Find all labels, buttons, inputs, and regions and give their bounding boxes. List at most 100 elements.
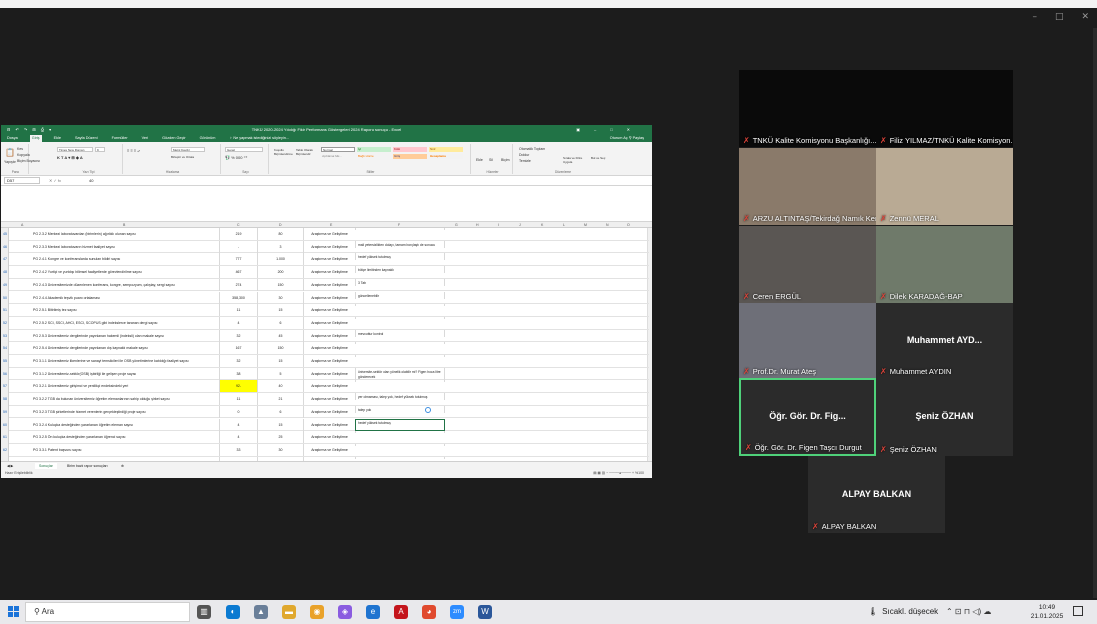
app-icon[interactable]: ◈ bbox=[338, 605, 352, 619]
cell-actual[interactable]: 11 bbox=[219, 393, 257, 406]
cell-indicator[interactable]: PG 2.5.2 SCI, SSCI, AHCI, ESCI, SCOPUS g… bbox=[33, 317, 219, 329]
cell-actual[interactable]: 33 bbox=[219, 443, 257, 456]
cell-target[interactable]: 150 bbox=[257, 278, 303, 291]
cell-target[interactable]: 40 bbox=[257, 380, 303, 393]
find-select-button[interactable]: Bul ve Seç bbox=[591, 156, 607, 160]
cell-target[interactable]: 45 bbox=[257, 329, 303, 342]
cell-category[interactable]: Araştırma ve Geliştirme bbox=[303, 253, 355, 266]
table-row[interactable]: 45 PG 2.3.2 Merkezi laboratuvardan (birim… bbox=[3, 228, 649, 241]
cell-actual[interactable]: 219 bbox=[219, 228, 257, 240]
cell-indicator[interactable]: PG 3.2.2 TGB da bulunan üniversitemiz öğ… bbox=[33, 393, 219, 405]
spreadsheet-grid[interactable]: 45 PG 2.3.2 Merkezi laboratuvardan (birim… bbox=[1, 228, 652, 461]
cell-indicator[interactable]: PG 2.4.4 Akademik teşvik puanı ortalamas… bbox=[33, 292, 219, 304]
cell-indicator[interactable]: PG 3.3.1 Patent başvuru sayısı bbox=[33, 444, 219, 456]
cell-category[interactable]: Araştırma ve Geliştirme bbox=[303, 431, 355, 444]
table-row[interactable]: 52 PG 2.5.2 SCI, SSCI, AHCI, ESCI, SCOPUS… bbox=[3, 316, 649, 330]
participant-tile[interactable]: Şeniz ÖZHAN ✗ Şeniz ÖZHAN bbox=[876, 378, 1013, 456]
participant-tile[interactable]: ALPAY BALKAN ✗ ALPAY BALKAN bbox=[808, 456, 945, 533]
table-row[interactable]: 59 PG 3.2.3 TGB şirketlerinde hizmet vere… bbox=[3, 405, 649, 419]
table-row[interactable]: 51 PG 2.5.1 Bitirilmiş tez sayısı 11 15 Araş… bbox=[3, 304, 649, 317]
row-number[interactable]: 57 bbox=[1, 380, 9, 392]
word-icon[interactable]: W bbox=[478, 605, 492, 619]
cell-actual[interactable]: 167 bbox=[219, 342, 257, 355]
number-icons[interactable]: 💱 % 000 ⁺⁰ bbox=[225, 155, 247, 160]
cell-actual[interactable]: 358,300 bbox=[219, 291, 257, 304]
cell-note[interactable]: 3 Tab bbox=[355, 278, 445, 286]
cell-indicator[interactable]: PG 3.2.5 Ön kuluçka desteğinden yararlan… bbox=[33, 431, 219, 443]
cell-indicator[interactable]: PG 2.3.3 Merkezi laboratuvarın hizmet fa… bbox=[33, 241, 219, 253]
cell-category[interactable]: Araştırma ve Geliştirme bbox=[303, 443, 355, 456]
table-row[interactable]: 53 PG 2.5.3 Üniversitemiz dergilerinde ya… bbox=[3, 329, 649, 343]
cell-indicator[interactable]: PG 2.5.3 Üniversitemiz dergilerinde yayı… bbox=[33, 330, 219, 342]
cell-note[interactable] bbox=[355, 304, 445, 307]
cell-note[interactable]: mali yetersizlikten dolayı, tamam borçla… bbox=[355, 240, 445, 248]
maximize-button[interactable]: □ bbox=[1055, 12, 1064, 22]
cell-note[interactable] bbox=[355, 316, 445, 319]
row-number[interactable]: 53 bbox=[1, 330, 9, 342]
cell-target[interactable]: 80 bbox=[257, 228, 303, 240]
cell-indicator[interactable]: PG 3.2.1 Üniversitemiz girişimci ve yeni… bbox=[33, 380, 219, 392]
cell-category[interactable]: Araştırma ve Geliştirme bbox=[303, 316, 355, 329]
format-cells-button[interactable]: Biçim bbox=[501, 158, 510, 162]
table-row[interactable]: 47 PG 2.4.1 Kongre ve konferanslarda sunu… bbox=[3, 253, 649, 267]
cell-category[interactable]: Araştırma ve Geliştirme bbox=[303, 393, 355, 406]
cell-target[interactable]: 150 bbox=[257, 342, 303, 355]
tab-gorunum[interactable]: Görünüm bbox=[198, 135, 218, 142]
clock[interactable]: 10:49 21.01.2025 bbox=[1030, 603, 1064, 621]
cell-actual[interactable]: 274 bbox=[219, 278, 257, 291]
row-number[interactable]: 50 bbox=[1, 292, 9, 304]
table-row[interactable]: 56 PG 3.1.2 Üniversitemiz-sektör(OSB) işb… bbox=[3, 367, 649, 381]
chrome-icon[interactable]: ◉ bbox=[310, 605, 324, 619]
cell-note[interactable]: bütçe limitinden kaynaklı bbox=[355, 266, 445, 274]
cell-note[interactable]: hedef yüksek tutulmuş bbox=[355, 253, 445, 261]
cell-actual[interactable]: 4 bbox=[219, 431, 257, 444]
conditional-format-button[interactable]: Koşullu Biçimlendirme bbox=[274, 148, 294, 156]
cell-note[interactable] bbox=[355, 355, 445, 357]
style-normal[interactable]: Normal bbox=[321, 147, 355, 152]
row-number[interactable]: 55 bbox=[1, 355, 9, 367]
participant-tile[interactable]: ✗ Prof.Dr. Murat Ateş bbox=[739, 303, 876, 378]
row-number[interactable]: 52 bbox=[1, 317, 9, 329]
cell-target[interactable]: 15 bbox=[257, 304, 303, 317]
table-row[interactable]: 55 PG 3.1.1 Üniversitemiz ilkenlerine ve … bbox=[3, 355, 649, 368]
tab-formuller[interactable]: Formüller bbox=[110, 135, 130, 142]
row-number[interactable]: 45 bbox=[1, 228, 9, 240]
close-button[interactable]: ✕ bbox=[1081, 12, 1089, 22]
tab-sayfa-duzeni[interactable]: Sayfa Düzeni bbox=[73, 135, 100, 142]
table-row[interactable]: 61 PG 3.2.5 Ön kuluçka desteğinden yararl… bbox=[3, 431, 649, 444]
table-row[interactable]: 57 PG 3.2.1 Üniversitemiz girişimci ve ye… bbox=[3, 380, 649, 394]
windows-start-button[interactable] bbox=[8, 606, 20, 618]
tell-me-search[interactable]: ♀ Ne yapmak istediğinizi söyleyin... bbox=[227, 135, 291, 142]
fill-button[interactable]: Doldur bbox=[519, 153, 529, 157]
zoom-icon[interactable]: zm bbox=[450, 605, 464, 619]
table-row[interactable]: 48 PG 2.4.2 Yurtiçi ve yurtdışı bilimsel … bbox=[3, 266, 649, 279]
cut-button[interactable]: Kes bbox=[17, 147, 23, 151]
row-number[interactable]: 54 bbox=[1, 342, 9, 354]
row-number[interactable]: 60 bbox=[1, 419, 9, 431]
cell-category[interactable]: Araştırma ve Geliştirme bbox=[303, 367, 355, 380]
row-number[interactable]: 47 bbox=[1, 253, 9, 265]
cell-actual[interactable]: 92- bbox=[219, 380, 257, 393]
cell-indicator[interactable]: PG 2.4.2 Yurtiçi ve yurtdışı bilimsel fa… bbox=[33, 266, 219, 278]
participant-tile[interactable]: ✗ARZU ALTINTAŞ/Tekirdağ Namık Kema... bbox=[739, 148, 876, 225]
cell-category[interactable]: Araştırma ve Geliştirme bbox=[303, 240, 355, 253]
cell-target[interactable]: 3 bbox=[257, 240, 303, 253]
style-notr[interactable]: Nötr bbox=[429, 147, 463, 152]
font-size-select[interactable]: 9 bbox=[95, 147, 105, 152]
style-iyi[interactable]: İyi bbox=[357, 147, 391, 152]
font-name-select[interactable]: Times New Roman bbox=[57, 147, 93, 152]
format-painter-button[interactable]: Biçim Boyacısı bbox=[17, 159, 40, 163]
cell-target[interactable]: 15 bbox=[257, 355, 303, 367]
acrobat-icon[interactable]: A bbox=[394, 605, 408, 619]
autosum-button[interactable]: Otomatik Toplam bbox=[519, 147, 545, 151]
cell-category[interactable]: Araştırma ve Geliştirme bbox=[303, 405, 355, 418]
align-icons[interactable]: ≡ ≡ ≡ ⤶ bbox=[127, 148, 140, 153]
table-row[interactable]: 46 PG 2.3.3 Merkezi laboratuvarın hizmet … bbox=[3, 240, 649, 254]
table-row[interactable]: 50 PG 2.4.4 Akademik teşvik puanı ortalam… bbox=[3, 291, 649, 305]
view-zoom-controls[interactable]: ▤ ▦ ▥ − ────●──── + %100 bbox=[593, 469, 644, 478]
notification-icon[interactable] bbox=[1073, 606, 1083, 616]
cell-category[interactable]: Araştırma ve Geliştirme bbox=[303, 266, 355, 279]
cell-indicator[interactable]: PG 3.2.3 TGB şirketlerinde hizmet verenl… bbox=[33, 406, 219, 418]
cell-category[interactable]: Araştırma ve Geliştirme bbox=[303, 228, 355, 240]
cell-category[interactable]: Araştırma ve Geliştirme bbox=[303, 380, 355, 393]
